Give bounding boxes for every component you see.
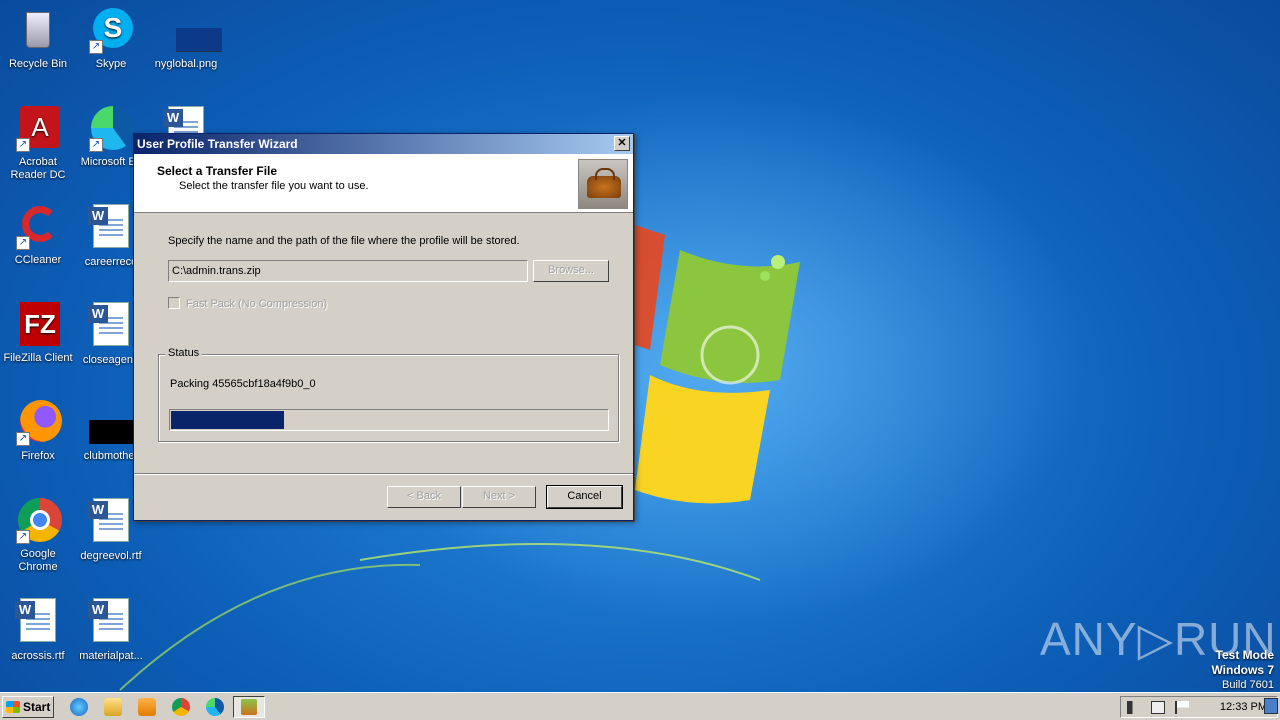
desktop-icon-ccleaner[interactable]: ↗ CCleaner <box>0 202 76 267</box>
taskbar: Start 12:33 PM <box>0 692 1280 720</box>
firefox-icon: ↗ <box>14 398 62 446</box>
action-center-flag-icon[interactable] <box>1175 701 1189 714</box>
edge-icon[interactable] <box>206 698 224 716</box>
dialog-titlebar[interactable]: User Profile Transfer Wizard ✕ <box>134 134 633 154</box>
test-mode-watermark: Test Mode Windows 7 Build 7601 <box>1211 648 1274 692</box>
desktop-icon-firefox[interactable]: ↗ Firefox <box>0 398 76 463</box>
shortcut-arrow-icon: ↗ <box>16 236 30 250</box>
edge-icon: ↗ <box>87 104 135 152</box>
desktop-icon-label: Firefox <box>21 450 55 462</box>
build-line: Build 7601 <box>1222 679 1274 691</box>
status-text: Packing 45565cbf18a4f9b0_0 <box>170 378 316 390</box>
image-file-icon <box>162 6 222 54</box>
shortcut-arrow-icon: ↗ <box>16 530 30 544</box>
desktop-icon-label: materialpat... <box>79 650 143 662</box>
fast-pack-checkbox[interactable]: Fast Pack (No Compression) <box>168 297 327 310</box>
desktop-icon-label: Recycle Bin <box>8 58 68 70</box>
desktop-icon-skype[interactable]: S ↗ Skype <box>73 6 149 71</box>
desktop-icon-acrossis[interactable]: W acrossis.rtf <box>0 596 76 663</box>
wizard-taskbar-button[interactable] <box>233 696 265 718</box>
test-mode-line: Test Mode <box>1215 648 1274 662</box>
user-profile-transfer-wizard-dialog: User Profile Transfer Wizard ✕ Select a … <box>133 133 634 521</box>
windows-flag-icon <box>6 701 20 713</box>
explorer-icon[interactable] <box>104 698 122 716</box>
desktop-icon-label: degreevol.rtf <box>80 550 142 562</box>
transfer-file-path-input[interactable] <box>168 260 528 282</box>
progress-fill <box>171 411 285 429</box>
close-icon: ✕ <box>617 137 627 149</box>
ccleaner-icon: ↗ <box>14 202 62 250</box>
word-doc-icon: W <box>87 204 135 252</box>
word-doc-icon: W <box>87 498 135 546</box>
ie-icon[interactable] <box>70 698 88 716</box>
checkbox-box[interactable] <box>168 297 180 309</box>
close-button[interactable]: ✕ <box>614 136 630 151</box>
windows-version-line: Windows 7 <box>1211 663 1274 677</box>
show-desktop-button[interactable] <box>1264 698 1278 714</box>
word-doc-icon: W <box>87 598 135 646</box>
status-legend: Status <box>165 347 203 359</box>
skype-icon: S ↗ <box>87 6 135 54</box>
fast-pack-label: Fast Pack (No Compression) <box>186 298 328 310</box>
desktop-icon-materialpat[interactable]: W materialpat... <box>73 596 149 663</box>
status-groupbox: Status Packing 45565cbf18a4f9b0_0 <box>158 347 619 442</box>
desktop-icon-label: nyglobal.png <box>154 58 218 70</box>
wizard-header: Select a Transfer File Select the transf… <box>134 154 633 213</box>
desktop-icon-label: CCleaner <box>14 254 62 266</box>
chrome-icon[interactable] <box>172 698 190 716</box>
instruction-text: Specify the name and the path of the fil… <box>168 235 520 247</box>
word-doc-icon: W <box>14 598 62 646</box>
shortcut-arrow-icon: ↗ <box>89 138 103 152</box>
desktop-icon-label: Google Chrome <box>18 548 58 573</box>
desktop-icon-label: FileZilla Client <box>3 352 73 364</box>
dialog-title: User Profile Transfer Wizard <box>137 137 298 151</box>
desktop-icon-acrobat[interactable]: A ↗ Acrobat Reader DC <box>0 104 76 182</box>
start-label: Start <box>23 700 51 714</box>
desktop-icon-label: acrossis.rtf <box>11 650 65 662</box>
recycle-bin-icon <box>14 6 62 54</box>
wizard-step-title: Select a Transfer File <box>157 164 278 178</box>
word-doc-icon: W <box>87 302 135 350</box>
system-tray: 12:33 PM <box>1120 696 1278 718</box>
browse-button[interactable]: Browse... <box>533 260 609 282</box>
media-player-icon[interactable] <box>138 698 156 716</box>
volume-icon[interactable] <box>1127 701 1141 714</box>
start-button[interactable]: Start <box>2 696 54 718</box>
wizard-step-subtitle: Select the transfer file you want to use… <box>179 180 369 192</box>
progress-bar <box>169 409 609 431</box>
network-icon[interactable] <box>1151 701 1165 714</box>
wizard-task-icon <box>241 699 257 715</box>
shortcut-arrow-icon: ↗ <box>16 432 30 446</box>
next-button[interactable]: Next > <box>462 486 536 508</box>
shortcut-arrow-icon: ↗ <box>89 40 103 54</box>
black-file-icon <box>87 398 135 446</box>
clock[interactable]: 12:33 PM <box>1220 701 1267 713</box>
cancel-button[interactable]: Cancel <box>546 485 623 509</box>
back-button[interactable]: < Back <box>387 486 461 508</box>
chrome-icon: ↗ <box>14 496 62 544</box>
filezilla-icon: FZ <box>14 300 62 348</box>
desktop-icon-label: Skype <box>95 58 127 70</box>
desktop-icon-nyglobal[interactable]: nyglobal.png <box>148 6 224 71</box>
shortcut-arrow-icon: ↗ <box>16 138 30 152</box>
desktop-icon-recycle-bin[interactable]: Recycle Bin <box>0 6 76 71</box>
acrobat-icon: A ↗ <box>14 104 62 152</box>
footer-separator <box>134 473 633 475</box>
desktop-icon-chrome[interactable]: ↗ Google Chrome <box>0 496 76 574</box>
desktop-icon-filezilla[interactable]: FZ FileZilla Client <box>0 300 76 365</box>
suitcase-icon <box>578 159 628 209</box>
desktop-icon-label: Acrobat Reader DC <box>10 156 66 181</box>
